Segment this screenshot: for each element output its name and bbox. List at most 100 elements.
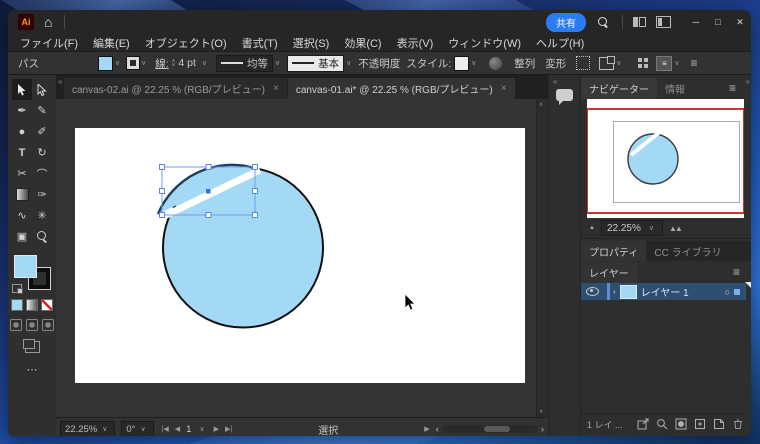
last-artboard-icon[interactable]: ▶| [225, 425, 232, 433]
tab-close-icon[interactable]: × [501, 83, 507, 94]
tab-info[interactable]: 情報 [657, 78, 693, 99]
menu-window[interactable]: ウィンドウ(W) [448, 35, 521, 51]
stroke-link[interactable]: 線: [155, 56, 168, 71]
chevron-down-icon[interactable]: ∨ [674, 59, 679, 67]
scroll-down-icon[interactable]: ∨ [539, 408, 543, 415]
status-display[interactable]: 選択 [232, 422, 424, 437]
menu-help[interactable]: ヘルプ(H) [536, 35, 584, 51]
stroke-color-swatch[interactable] [126, 56, 141, 70]
recolor-artwork-icon[interactable] [489, 56, 503, 70]
control-panel-menu-icon[interactable]: ≡ [691, 56, 698, 70]
direct-selection-tool[interactable] [32, 79, 52, 100]
canvas-viewport[interactable]: ∧ ∨ [56, 99, 548, 417]
stroke-weight-stepper[interactable]: ∧ ∨ [172, 59, 176, 68]
zoom-tool[interactable] [32, 226, 52, 247]
ellipse-tool[interactable]: ● [12, 121, 32, 142]
layer-row[interactable]: › レイヤー 1 ○ [581, 282, 751, 300]
eyedropper-tool[interactable]: ✑ [32, 184, 52, 205]
color-fill-chip[interactable] [11, 299, 23, 311]
new-layer-icon[interactable] [713, 418, 725, 430]
home-icon[interactable]: ⌂ [44, 15, 52, 29]
close-button[interactable]: ✕ [729, 10, 751, 34]
clipping-mask-icon[interactable] [675, 418, 687, 430]
tab-properties[interactable]: プロパティ [581, 241, 647, 261]
brush-definition-dropdown[interactable]: 基本 [287, 54, 345, 72]
collapse-dock-icon[interactable]: » [746, 77, 750, 86]
vertical-scrollbar[interactable]: ∧ ∨ [536, 99, 548, 417]
stepper-down-icon[interactable]: ∨ [172, 63, 176, 68]
zoom-in-icon[interactable]: ▲▲ [669, 224, 683, 233]
menu-view[interactable]: 表示(V) [397, 35, 434, 51]
zoom-out-icon[interactable]: ▲ [589, 225, 595, 231]
expand-dock-icon[interactable]: « [553, 77, 557, 86]
menu-effect[interactable]: 効果(C) [344, 35, 381, 51]
navigator-zoom-field[interactable]: 22.25% ∨ [600, 220, 663, 236]
stroke-weight-value[interactable]: 4 pt [178, 57, 196, 69]
rotation-dropdown[interactable]: 0° ∨ [121, 420, 154, 436]
menu-object[interactable]: オブジェクト(O) [145, 35, 227, 51]
comments-panel-icon[interactable] [556, 89, 573, 105]
minimize-button[interactable]: ─ [685, 10, 707, 34]
edit-toolbar-icon[interactable]: ⋯ [27, 363, 38, 376]
opacity-link[interactable]: 不透明度 [358, 56, 400, 71]
draw-normal-icon[interactable] [10, 319, 22, 331]
status-menu-icon[interactable]: ▶ [424, 425, 429, 433]
screen-mode-icon[interactable] [22, 339, 40, 353]
chevron-down-icon[interactable]: ∨ [616, 59, 621, 67]
maximize-button[interactable]: □ [707, 10, 729, 34]
tab-cc-libraries[interactable]: CC ライブラリ [646, 241, 729, 261]
artboard-canvas[interactable] [56, 99, 548, 417]
locate-object-icon[interactable] [656, 418, 668, 430]
panel-dock-icon[interactable]: ≡ [656, 55, 673, 71]
visibility-eye-icon[interactable] [586, 287, 599, 296]
transform-button[interactable]: 変形 [545, 56, 566, 71]
scissors-tool[interactable]: ✂ [12, 163, 32, 184]
chevron-down-icon[interactable]: ∨ [275, 59, 280, 67]
gradient-chip[interactable] [26, 299, 38, 311]
fill-indicator[interactable] [14, 255, 37, 278]
scroll-up-icon[interactable]: ∧ [539, 101, 543, 108]
layer-expand-icon[interactable]: › [613, 287, 616, 296]
zoom-level-dropdown[interactable]: 22.25% ∨ [60, 420, 116, 436]
menu-type[interactable]: 書式(T) [242, 35, 278, 51]
chevron-down-icon[interactable]: ∨ [141, 59, 146, 67]
document-tab-canvas-01[interactable]: canvas-01.ai* @ 22.25 % (RGB/プレビュー) × [287, 78, 515, 99]
artboard-tool[interactable]: ▣ [12, 226, 32, 247]
isolate-selection-icon[interactable] [599, 55, 616, 70]
tab-overflow-icon[interactable]: « [58, 77, 62, 86]
scroll-left-icon[interactable]: ‹ [436, 424, 439, 435]
width-tool[interactable]: ⌒ [32, 163, 52, 184]
fill-stroke-indicator[interactable] [12, 255, 51, 294]
selection-tool[interactable] [12, 79, 32, 100]
artboard-number[interactable]: 1 [186, 424, 191, 435]
chevron-down-icon[interactable]: ∨ [649, 224, 654, 232]
none-chip[interactable] [41, 299, 53, 311]
menu-edit[interactable]: 編集(E) [93, 35, 130, 51]
gallery-view-icon[interactable] [633, 17, 646, 27]
scrollbar-thumb[interactable] [483, 426, 510, 432]
layer-name[interactable]: レイヤー 1 [641, 284, 689, 299]
menu-select[interactable]: 選択(S) [293, 35, 330, 51]
draw-inside-icon[interactable] [42, 319, 54, 331]
tab-layers[interactable]: レイヤー [581, 261, 637, 283]
layer-selection-chip[interactable] [734, 288, 740, 295]
layer-thumbnail[interactable] [619, 284, 637, 299]
rotate-tool[interactable]: ↻ [32, 142, 52, 163]
symbol-sprayer-tool[interactable]: ✳ [32, 205, 52, 226]
panel-menu-icon[interactable]: ≡ [729, 81, 736, 95]
style-swatch[interactable] [454, 55, 470, 71]
search-icon[interactable] [598, 17, 608, 28]
gradient-tool[interactable] [12, 184, 32, 205]
tab-navigator[interactable]: ナビゲーター [581, 77, 657, 99]
layer-target-icon[interactable]: ○ [725, 287, 730, 297]
new-sublayer-icon[interactable] [694, 418, 706, 430]
tab-close-icon[interactable]: × [273, 83, 279, 94]
draw-behind-icon[interactable] [26, 319, 38, 331]
select-similar-icon[interactable] [576, 56, 591, 70]
share-button[interactable]: 共有 [546, 12, 586, 32]
first-artboard-icon[interactable]: |◀ [162, 425, 169, 433]
prev-artboard-icon[interactable]: ◀ [175, 425, 180, 433]
curvature-tool[interactable]: ✎ [32, 100, 52, 121]
chevron-down-icon[interactable]: ∨ [471, 59, 476, 67]
type-tool[interactable]: T [12, 142, 32, 163]
